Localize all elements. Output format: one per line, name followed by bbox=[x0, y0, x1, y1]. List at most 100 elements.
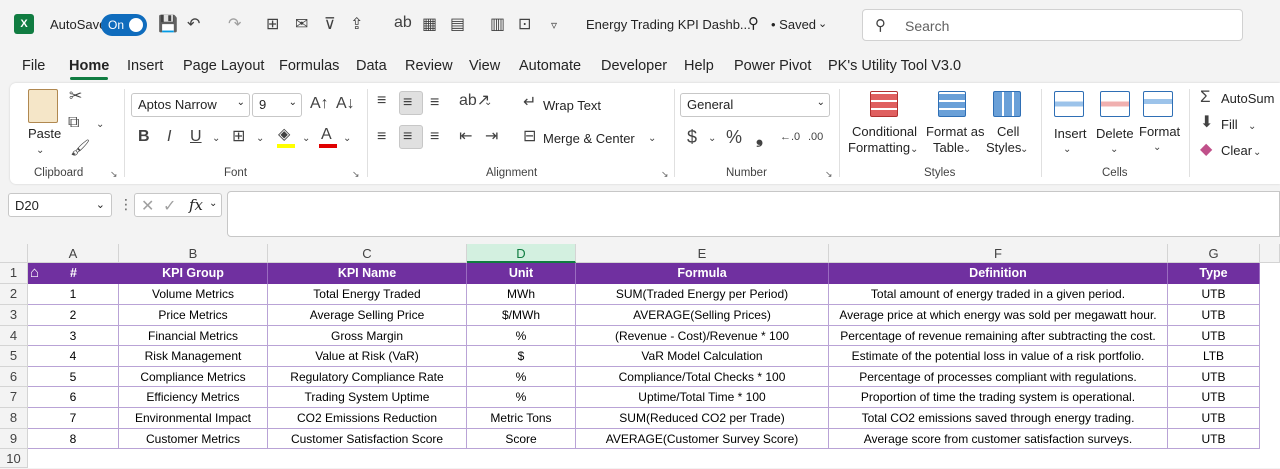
cell-type[interactable]: UTB bbox=[1168, 387, 1260, 408]
underline-dropdown-icon[interactable]: ⌄ bbox=[212, 131, 220, 147]
cell-formula[interactable]: AVERAGE(Customer Survey Score) bbox=[576, 429, 829, 449]
save-icon[interactable]: 💾 bbox=[158, 14, 178, 34]
tab-automate[interactable]: Automate bbox=[519, 58, 581, 74]
cell-kpi-group[interactable]: Risk Management bbox=[119, 346, 268, 367]
font-name-select[interactable]: Aptos Narrow ⌄ bbox=[131, 93, 250, 117]
coauthor-icon[interactable]: ⚲ bbox=[748, 14, 759, 32]
row-header[interactable]: 1 bbox=[0, 263, 28, 284]
autosum-button[interactable]: AutoSum bbox=[1221, 91, 1274, 106]
cell-number[interactable]: 2 bbox=[28, 305, 119, 326]
fill-color-dropdown-icon[interactable]: ⌄ bbox=[302, 131, 310, 147]
email-icon[interactable]: ✉ bbox=[295, 14, 308, 34]
font-color-dropdown-icon[interactable]: ⌄ bbox=[343, 131, 351, 147]
column-header-d[interactable]: D bbox=[467, 244, 576, 263]
number-format-select[interactable]: General ⌄ bbox=[680, 93, 830, 117]
number-launcher-icon[interactable]: ↘ bbox=[825, 169, 833, 180]
align-top-icon[interactable]: ≡ bbox=[377, 93, 386, 109]
cell-unit[interactable]: % bbox=[467, 367, 576, 387]
cell-formula[interactable]: Uptime/Total Time * 100 bbox=[576, 387, 829, 408]
tab-file[interactable]: File bbox=[22, 58, 45, 74]
conditional-formatting-icon[interactable] bbox=[870, 91, 898, 117]
insert-function-icon[interactable]: fx bbox=[189, 196, 203, 214]
cell-type[interactable]: LTB bbox=[1168, 346, 1260, 367]
alignment-launcher-icon[interactable]: ↘ bbox=[661, 169, 669, 180]
header-definition[interactable]: Definition bbox=[829, 263, 1168, 284]
sheet-icon[interactable]: ⊡ bbox=[518, 14, 531, 34]
tab-review[interactable]: Review bbox=[405, 58, 453, 74]
row-header[interactable]: 4 bbox=[0, 326, 28, 346]
decrease-decimal-icon[interactable]: .00 bbox=[808, 129, 823, 145]
formula-input[interactable] bbox=[227, 191, 1280, 237]
customize-toolbar-icon[interactable]: ▿ bbox=[551, 18, 557, 32]
align-right-icon[interactable]: ≡ bbox=[430, 129, 439, 145]
header-formula[interactable]: Formula bbox=[576, 263, 829, 284]
comma-style-icon[interactable]: ❟ bbox=[756, 128, 763, 146]
cell-kpi-group[interactable]: Price Metrics bbox=[119, 305, 268, 326]
tab-developer[interactable]: Developer bbox=[601, 58, 667, 74]
clipboard-launcher-icon[interactable]: ↘ bbox=[110, 169, 118, 180]
header-kpi-name[interactable]: KPI Name bbox=[268, 263, 467, 284]
align-bottom-icon[interactable]: ≡ bbox=[430, 95, 439, 111]
column-header-f[interactable]: F bbox=[829, 244, 1168, 263]
cell-number[interactable]: 4 bbox=[28, 346, 119, 367]
cell-definition[interactable]: Percentage of processes compliant with r… bbox=[829, 367, 1168, 387]
fill-button[interactable]: Fill bbox=[1221, 117, 1238, 132]
cancel-icon[interactable]: ✕ bbox=[141, 196, 154, 216]
borders-dropdown-icon[interactable]: ⌄ bbox=[256, 131, 264, 147]
cell-definition[interactable]: Average price at which energy was sold p… bbox=[829, 305, 1168, 326]
cell-number[interactable]: 1 bbox=[28, 284, 119, 305]
cell-formula[interactable]: Compliance/Total Checks * 100 bbox=[576, 367, 829, 387]
calculate-icon[interactable]: ▥ bbox=[490, 14, 505, 34]
chevron-down-icon[interactable]: ⌄ bbox=[1020, 142, 1028, 158]
decrease-font-icon[interactable]: A↓ bbox=[336, 96, 355, 112]
cell-type[interactable]: UTB bbox=[1168, 326, 1260, 346]
cell-formula[interactable]: SUM(Traded Energy per Period) bbox=[576, 284, 829, 305]
format-as-table-label-2[interactable]: Table bbox=[933, 140, 964, 155]
chevron-down-icon[interactable]: ⌄ bbox=[910, 142, 918, 158]
freeze-panes-icon[interactable]: ▦ bbox=[422, 14, 437, 34]
font-size-select[interactable]: 9 ⌄ bbox=[252, 93, 302, 117]
cut-icon[interactable]: ✂ bbox=[69, 89, 82, 105]
cell-kpi-group[interactable]: Financial Metrics bbox=[119, 326, 268, 346]
conditional-formatting-label-1[interactable]: Conditional bbox=[852, 124, 917, 139]
chevron-down-icon[interactable]: ⌄ bbox=[1063, 142, 1071, 158]
undo-icon[interactable]: ↶ bbox=[187, 14, 200, 34]
cell-kpi-group[interactable]: Volume Metrics bbox=[119, 284, 268, 305]
cell-definition[interactable]: Estimate of the potential loss in value … bbox=[829, 346, 1168, 367]
cell-kpi-name[interactable]: Gross Margin bbox=[268, 326, 467, 346]
column-header-b[interactable]: B bbox=[119, 244, 268, 263]
cell-type[interactable]: UTB bbox=[1168, 305, 1260, 326]
paste-dropdown-icon[interactable]: ⌄ bbox=[36, 143, 44, 159]
row-header[interactable]: 3 bbox=[0, 305, 28, 326]
cell-kpi-name[interactable]: Value at Risk (VaR) bbox=[268, 346, 467, 367]
cell-definition[interactable]: Percentage of revenue remaining after su… bbox=[829, 326, 1168, 346]
select-all-corner[interactable] bbox=[0, 244, 28, 263]
cell-number[interactable]: 7 bbox=[28, 408, 119, 429]
chevron-down-icon[interactable]: ⌄ bbox=[1253, 145, 1261, 161]
cell-kpi-group[interactable]: Customer Metrics bbox=[119, 429, 268, 449]
cell-unit[interactable]: MWh bbox=[467, 284, 576, 305]
cell-type[interactable]: UTB bbox=[1168, 367, 1260, 387]
format-cells-icon[interactable] bbox=[1143, 91, 1173, 117]
tab-help[interactable]: Help bbox=[684, 58, 714, 74]
save-status[interactable]: • Saved bbox=[771, 17, 816, 32]
format-button[interactable]: Format bbox=[1139, 124, 1180, 139]
wrap-text-button[interactable]: Wrap Text bbox=[543, 98, 601, 113]
header-unit[interactable]: Unit bbox=[467, 263, 576, 284]
cell-kpi-name[interactable]: Trading System Uptime bbox=[268, 387, 467, 408]
chevron-down-icon[interactable]: ⌄ bbox=[1110, 142, 1118, 158]
cell-formula[interactable]: SUM(Reduced CO2 per Trade) bbox=[576, 408, 829, 429]
underline-icon[interactable]: U bbox=[190, 129, 202, 145]
cell-formula[interactable]: AVERAGE(Selling Prices) bbox=[576, 305, 829, 326]
filter-icon[interactable]: ⊽ bbox=[324, 14, 336, 34]
cell-definition[interactable]: Total amount of energy traded in a given… bbox=[829, 284, 1168, 305]
cell-number[interactable]: 5 bbox=[28, 367, 119, 387]
share-export-icon[interactable]: ⇪ bbox=[350, 14, 363, 34]
cell-number[interactable]: 6 bbox=[28, 387, 119, 408]
cell-unit[interactable]: % bbox=[467, 387, 576, 408]
calculator-icon[interactable]: ▤ bbox=[450, 14, 465, 34]
column-header-h[interactable] bbox=[1260, 244, 1280, 263]
format-as-table-label-1[interactable]: Format as bbox=[926, 124, 985, 139]
paste-icon[interactable] bbox=[28, 89, 58, 123]
cell-kpi-name[interactable]: Average Selling Price bbox=[268, 305, 467, 326]
